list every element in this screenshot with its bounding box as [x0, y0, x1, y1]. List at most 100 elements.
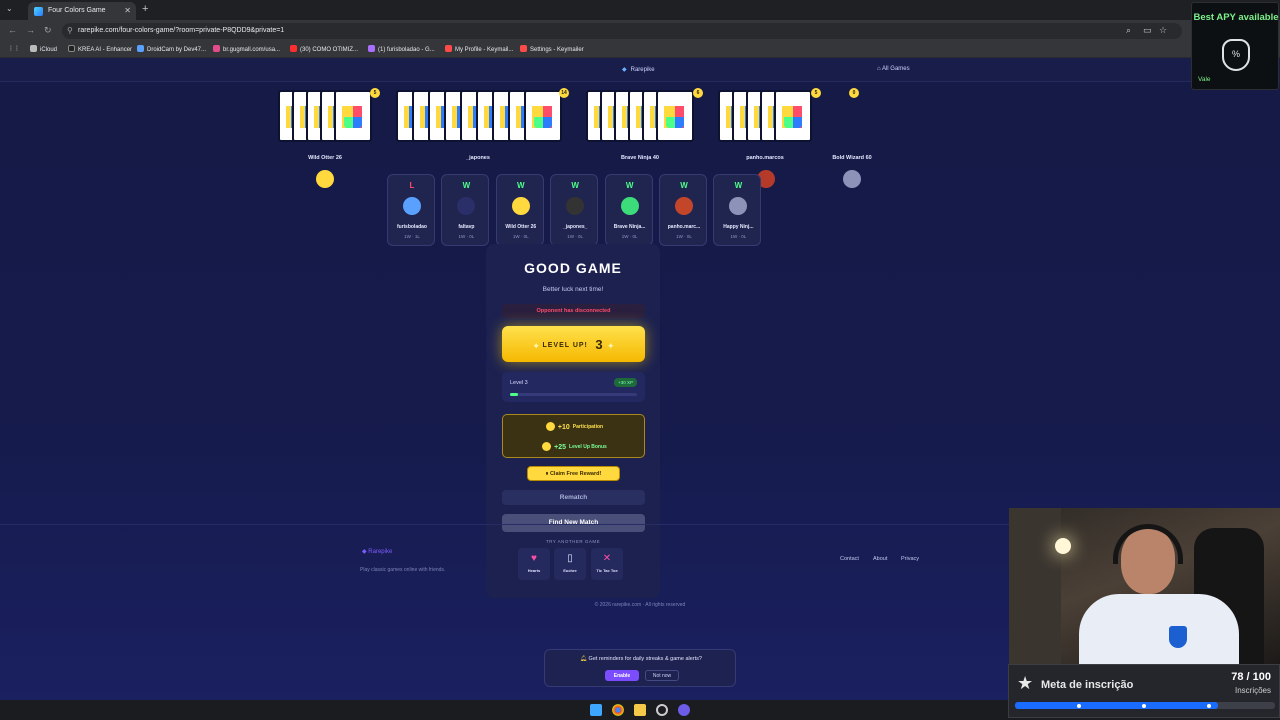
cast-icon[interactable]: ▭ — [1143, 25, 1152, 36]
result-card: Wfaltavp 1W · 0L — [441, 174, 490, 246]
game-tictactoe-button[interactable]: ✕ Tic Tac Toe — [591, 548, 623, 580]
player-avatar — [675, 197, 693, 215]
result-card: Lfurisboladao 1W · 1L — [387, 174, 435, 246]
webcam-background — [1009, 508, 1061, 664]
result-record: 1W · 0L — [458, 234, 475, 239]
bookmark-item[interactable]: KREA AI - Enhancer — [68, 45, 132, 53]
modal-title: GOOD GAME — [524, 260, 622, 276]
windows-start-icon[interactable] — [590, 704, 602, 716]
file-explorer-icon[interactable] — [634, 704, 646, 716]
rematch-button[interactable]: Rematch — [502, 490, 645, 505]
site-logo[interactable]: Rarepike — [622, 66, 655, 73]
claim-reward-button[interactable]: ⏸ Claim Free Reward! — [527, 466, 620, 481]
zoom-icon[interactable]: ⌕ — [1126, 25, 1131, 36]
result-player-name: Brave Ninja... — [613, 224, 646, 230]
game-over-modal: GOOD GAME Better luck next time! Opponen… — [486, 244, 660, 598]
apy-title: Best APY available — [1193, 12, 1279, 23]
player-avatar — [620, 197, 639, 215]
coin-rewards: +10 Participation +25 Level Up Bonus — [502, 414, 645, 458]
player-avatar — [729, 197, 748, 215]
contact-link[interactable]: Contact — [840, 556, 859, 562]
result-card: Wpanho.marc... 1W · 0L — [659, 174, 707, 246]
bookmark-item[interactable]: DroidCam by Dev47... — [137, 45, 206, 53]
not-now-button[interactable]: Not now — [645, 670, 679, 681]
player-hand — [396, 90, 562, 142]
url-field[interactable]: ⚲ rarepike.com/four-colors-game/?room=pr… — [62, 23, 1182, 39]
card-count-badge: 6 — [693, 88, 703, 98]
result-label: W — [571, 181, 579, 190]
footer-tagline: Play classic games online with friends. — [360, 567, 446, 573]
result-player-name: faltavp — [458, 224, 475, 230]
apy-tag: Vale — [1198, 76, 1211, 83]
bookmark-item[interactable]: br.gugmall.com/usa... — [213, 45, 280, 53]
footer-logo[interactable]: ◆ Rarepike — [362, 548, 392, 555]
four-color-logo — [666, 106, 684, 128]
result-record: 1W · 0L — [567, 234, 584, 239]
four-color-logo — [344, 106, 362, 128]
bookmark-item[interactable]: Settings - Keymailer — [520, 45, 584, 53]
game-hearts-button[interactable]: ♥ Hearts — [518, 548, 550, 580]
goal-subtitle: Inscrições — [1234, 686, 1271, 695]
card-back — [524, 90, 562, 142]
coin-icon — [542, 442, 552, 451]
bookmark-star-icon[interactable]: ☆ — [1159, 25, 1167, 36]
player-hand — [718, 90, 812, 142]
card-back — [774, 90, 812, 142]
result-label: L — [409, 181, 415, 190]
level-up-label: LEVEL UP! — [542, 342, 588, 349]
card-count-badge: 5 — [370, 88, 380, 98]
address-bar-row: ← → ↻ ⚲ rarepike.com/four-colors-game/?r… — [0, 20, 1280, 42]
level-progress-bar — [510, 393, 637, 396]
apy-promo-overlay: Best APY available Vale — [1191, 2, 1279, 90]
player-name: Bold Wizard 60 — [832, 155, 872, 161]
tab-search-icon[interactable]: ⌄ — [6, 4, 13, 13]
goal-title: Meta de inscrição — [1041, 679, 1134, 691]
copyright: © 2026 rarepike.com · All rights reserve… — [594, 602, 686, 608]
enable-button[interactable]: Enable — [605, 670, 639, 681]
webcam-overlay — [1009, 508, 1280, 664]
browser-tab[interactable]: Four Colors Game ✕ — [28, 2, 136, 20]
modal-subtitle: Better luck next time! — [542, 286, 604, 293]
privacy-link[interactable]: Privacy — [901, 556, 919, 562]
goal-progress-fill — [1015, 702, 1218, 709]
tab-title: Four Colors Game — [48, 7, 106, 14]
headphones — [1113, 524, 1183, 564]
bookmark-item[interactable]: My Profile - Keymail... — [445, 45, 513, 53]
bookmark-item[interactable]: (1) furisboladao - G... — [368, 45, 435, 53]
player-name: Wild Otter 26 — [308, 155, 342, 161]
site-info-icon[interactable]: ⚲ — [67, 26, 73, 35]
about-link[interactable]: About — [873, 556, 887, 562]
result-card: W Brave Ninja... 1W · 0L — [604, 174, 653, 246]
subscriber-goal-widget: ★ Meta de inscrição 78 / 100 Inscrições — [1008, 664, 1280, 718]
result-label: W — [680, 181, 688, 190]
back-icon[interactable]: ← — [8, 25, 17, 35]
apps-icon[interactable]: ⋮⋮ — [8, 45, 20, 52]
forward-icon[interactable]: → — [26, 25, 35, 35]
result-record: 1W · 0L — [676, 234, 692, 239]
webcam-light — [1055, 538, 1071, 554]
bookmark-item[interactable]: iCloud — [30, 45, 57, 53]
chrome-icon[interactable] — [612, 704, 624, 716]
site-header: Rarepike ⌂ All Games — [0, 58, 1280, 82]
result-card: W _japones_ 1W · 0L — [550, 174, 599, 246]
player-name: panho.marcos — [746, 155, 784, 161]
four-color-logo — [534, 106, 552, 128]
streamer-shirt — [1079, 594, 1239, 664]
all-games-link[interactable]: ⌂ All Games — [877, 66, 910, 72]
game-euchre-button[interactable]: ▯ Euchre — [554, 548, 586, 580]
reload-icon[interactable]: ↻ — [44, 25, 52, 36]
result-record: 1W · 1L — [404, 234, 420, 239]
player-avatar — [403, 197, 421, 215]
new-tab-icon[interactable]: + — [142, 3, 148, 15]
obs-icon[interactable] — [656, 704, 668, 716]
app-icon[interactable] — [678, 704, 690, 716]
close-tab-icon[interactable]: ✕ — [124, 6, 131, 15]
find-new-match-button[interactable]: Find New Match — [502, 514, 645, 532]
sparkle-icon: ✦ — [607, 341, 615, 351]
player-hand — [586, 90, 694, 142]
bookmark-item[interactable]: (30) COMO OTIMIZ... — [290, 45, 358, 53]
result-record: 1W · 0L — [730, 234, 747, 239]
tab-favicon — [34, 7, 43, 16]
coin-reward-row: +10 Participation — [503, 422, 646, 431]
card-back — [334, 90, 372, 142]
